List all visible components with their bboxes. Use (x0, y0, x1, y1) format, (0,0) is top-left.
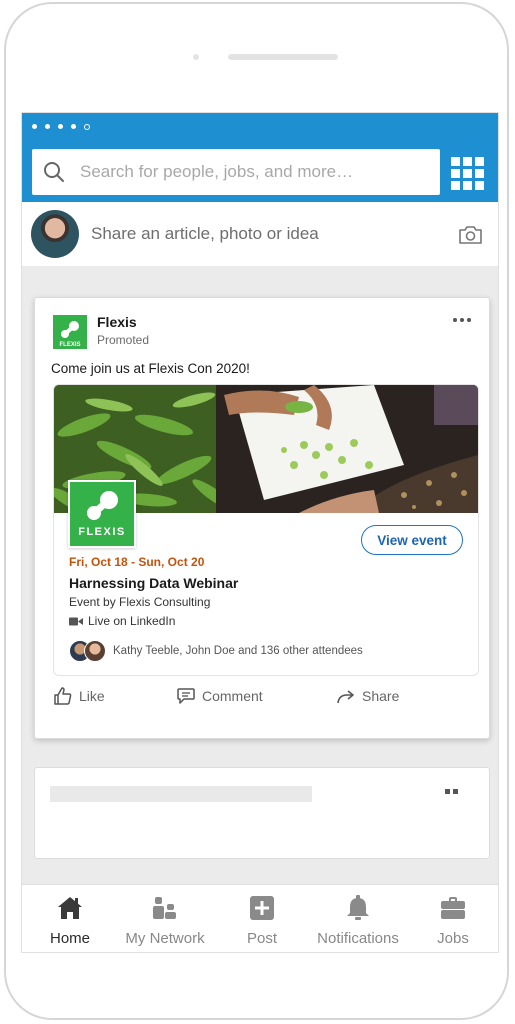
tab-home[interactable]: Home (42, 885, 98, 952)
like-label: Like (79, 688, 105, 704)
tab-notifications[interactable]: Notifications (306, 885, 410, 952)
briefcase-icon (441, 897, 465, 919)
svg-text:FLEXIS: FLEXIS (59, 342, 80, 348)
search-input[interactable] (78, 161, 412, 183)
share-arrow-icon (337, 690, 354, 704)
post-card-placeholder (34, 767, 490, 859)
tab-label: Notifications (317, 930, 399, 947)
camera-icon[interactable] (458, 225, 483, 245)
event-title[interactable]: Harnessing Data Webinar (69, 575, 238, 591)
comment-button[interactable]: Comment (176, 686, 263, 706)
thumbs-up-icon (54, 687, 72, 705)
post-text: Come join us at Flexis Con 2020! (51, 361, 250, 376)
tab-label: Jobs (437, 930, 469, 947)
attendees-row[interactable]: Kathy Teeble, John Doe and 136 other att… (69, 640, 363, 662)
home-icon (58, 897, 82, 919)
event-date: Fri, Oct 18 - Sun, Oct 20 (69, 555, 205, 569)
user-avatar[interactable] (31, 210, 79, 258)
event-logo-word: FLEXIS (78, 526, 126, 538)
tab-label: My Network (125, 930, 205, 947)
more-options-icon[interactable] (445, 789, 458, 794)
attendee-avatar (84, 640, 106, 662)
loading-placeholder (50, 786, 312, 802)
network-icon (153, 897, 176, 919)
plus-square-icon (250, 896, 274, 920)
event-logo[interactable]: FLEXIS (68, 480, 136, 548)
front-camera (193, 54, 199, 60)
share-box[interactable]: Share an article, photo or idea (22, 202, 498, 266)
tab-label: Post (246, 930, 277, 947)
flexis-mark-large-icon (87, 491, 118, 520)
earpiece-speaker (228, 54, 338, 60)
tab-post[interactable]: Post (234, 885, 290, 952)
post-card: FLEXIS Flexis Promoted Come join us at F… (34, 297, 490, 739)
flexis-mark-icon: FLEXIS (59, 321, 81, 348)
event-organizer: Event by Flexis Consulting (69, 595, 211, 609)
bottom-tab-bar: Home My Network Post Notifications Jobs (22, 884, 498, 952)
share-label: Share (362, 688, 400, 704)
live-label: Live on LinkedIn (88, 614, 176, 628)
top-bar (22, 113, 498, 202)
attendees-text: Kathy Teeble, John Doe and 136 other att… (113, 645, 363, 657)
promoted-label: Promoted (97, 333, 150, 347)
comment-label: Comment (202, 688, 263, 704)
app-screen: Share an article, photo or idea FLEXIS F… (21, 112, 499, 953)
bell-icon (347, 895, 369, 920)
flexis-logo[interactable]: FLEXIS (53, 315, 87, 349)
brand-name[interactable]: Flexis (97, 314, 137, 330)
post-actions: Like Comment Share (35, 686, 489, 712)
signal-dots-icon (32, 124, 90, 130)
tab-jobs[interactable]: Jobs (426, 885, 480, 952)
event-card[interactable]: FLEXIS View event Fri, Oct 18 - Sun, Oct… (53, 384, 479, 676)
share-prompt[interactable]: Share an article, photo or idea (91, 224, 319, 244)
tab-my-network[interactable]: My Network (117, 885, 213, 952)
tab-label: Home (49, 930, 90, 947)
comment-icon (177, 688, 195, 704)
share-button[interactable]: Share (336, 686, 399, 706)
more-options-icon[interactable] (453, 318, 471, 322)
apps-grid-icon[interactable] (451, 157, 485, 191)
video-camera-icon (69, 617, 83, 625)
search-box[interactable] (32, 149, 440, 195)
like-button[interactable]: Like (53, 686, 105, 706)
live-indicator: Live on LinkedIn (69, 614, 175, 628)
search-icon (44, 162, 64, 182)
view-event-button[interactable]: View event (361, 525, 463, 555)
